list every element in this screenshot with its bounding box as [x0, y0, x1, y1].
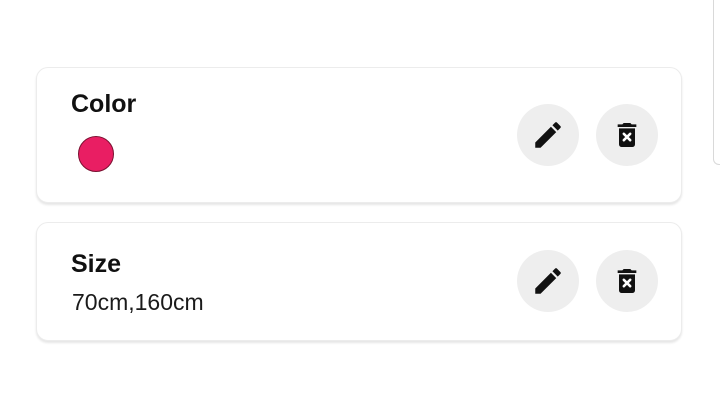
color-swatch — [78, 136, 114, 172]
attribute-title: Color — [71, 90, 137, 118]
delete-attribute-button[interactable] — [596, 250, 658, 312]
trash-x-icon — [617, 269, 637, 293]
scrollbar-edge — [713, 0, 720, 165]
pencil-icon — [535, 268, 561, 294]
attribute-card-color: Color — [36, 67, 682, 203]
attributes-screen: Color Size 70cm,160cm — [0, 0, 720, 408]
pencil-icon — [535, 122, 561, 148]
edit-attribute-button[interactable] — [517, 104, 579, 166]
delete-attribute-button[interactable] — [596, 104, 658, 166]
attribute-title: Size — [71, 250, 122, 278]
attribute-card-size: Size 70cm,160cm — [36, 222, 682, 341]
attribute-values: 70cm,160cm — [72, 289, 204, 315]
edit-attribute-button[interactable] — [517, 250, 579, 312]
trash-x-icon — [617, 123, 637, 147]
